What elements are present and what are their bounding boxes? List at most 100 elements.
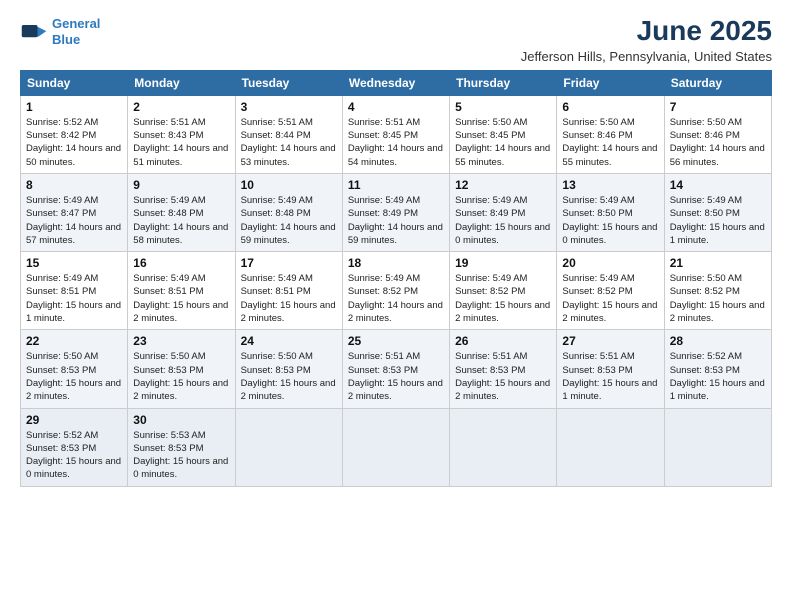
day-info: Sunrise: 5:49 AMSunset: 8:51 PMDaylight:…: [133, 272, 229, 325]
day-info: Sunrise: 5:50 AMSunset: 8:46 PMDaylight:…: [670, 116, 766, 169]
day-number: 27: [562, 334, 658, 348]
day-info: Sunrise: 5:50 AMSunset: 8:52 PMDaylight:…: [670, 272, 766, 325]
calendar-cell: 24Sunrise: 5:50 AMSunset: 8:53 PMDayligh…: [235, 330, 342, 408]
calendar-week-row: 22 Sunrise: 5:50 AMSunset: 8:53 PMDayligh…: [21, 330, 772, 408]
day-info: Sunrise: 5:50 AMSunset: 8:46 PMDaylight:…: [562, 116, 658, 169]
day-number: 17: [241, 256, 337, 270]
day-info: Sunrise: 5:51 AMSunset: 8:45 PMDaylight:…: [348, 116, 444, 169]
calendar-cell: 19 Sunrise: 5:49 AMSunset: 8:52 PMDayligh…: [450, 252, 557, 330]
calendar-header-cell: Sunday: [21, 70, 128, 95]
header: General Blue June 2025 Jefferson Hills, …: [20, 16, 772, 64]
day-info: Sunrise: 5:52 AMSunset: 8:53 PMDaylight:…: [26, 429, 122, 482]
day-number: 3: [241, 100, 337, 114]
calendar-cell: 27Sunrise: 5:51 AMSunset: 8:53 PMDayligh…: [557, 330, 664, 408]
day-number: 12: [455, 178, 551, 192]
calendar-cell: 30 Sunrise: 5:53 AMSunset: 8:53 PMDayligh…: [128, 408, 235, 486]
calendar-cell: 12 Sunrise: 5:49 AMSunset: 8:49 PMDayligh…: [450, 173, 557, 251]
calendar-cell: 7 Sunrise: 5:50 AMSunset: 8:46 PMDaylight…: [664, 95, 771, 173]
logo-line1: General: [52, 16, 100, 31]
day-info: Sunrise: 5:53 AMSunset: 8:53 PMDaylight:…: [133, 429, 229, 482]
day-number: 29: [26, 413, 122, 427]
calendar-cell: [235, 408, 342, 486]
calendar-cell: [557, 408, 664, 486]
day-info: Sunrise: 5:49 AMSunset: 8:50 PMDaylight:…: [562, 194, 658, 247]
day-number: 5: [455, 100, 551, 114]
day-number: 20: [562, 256, 658, 270]
day-info: Sunrise: 5:49 AMSunset: 8:51 PMDaylight:…: [26, 272, 122, 325]
calendar-cell: [342, 408, 449, 486]
calendar-cell: 16 Sunrise: 5:49 AMSunset: 8:51 PMDayligh…: [128, 252, 235, 330]
day-number: 9: [133, 178, 229, 192]
page: General Blue June 2025 Jefferson Hills, …: [0, 0, 792, 612]
calendar-week-row: 1 Sunrise: 5:52 AMSunset: 8:42 PMDaylight…: [21, 95, 772, 173]
calendar-header-cell: Saturday: [664, 70, 771, 95]
day-info: Sunrise: 5:49 AMSunset: 8:49 PMDaylight:…: [348, 194, 444, 247]
day-info: Sunrise: 5:51 AMSunset: 8:53 PMDaylight:…: [455, 350, 551, 403]
calendar-cell: 9 Sunrise: 5:49 AMSunset: 8:48 PMDaylight…: [128, 173, 235, 251]
calendar-body: 1 Sunrise: 5:52 AMSunset: 8:42 PMDaylight…: [21, 95, 772, 486]
day-number: 6: [562, 100, 658, 114]
day-info: Sunrise: 5:49 AMSunset: 8:49 PMDaylight:…: [455, 194, 551, 247]
day-number: 1: [26, 100, 122, 114]
day-info: Sunrise: 5:51 AMSunset: 8:43 PMDaylight:…: [133, 116, 229, 169]
calendar-cell: 18Sunrise: 5:49 AMSunset: 8:52 PMDayligh…: [342, 252, 449, 330]
day-number: 26: [455, 334, 551, 348]
calendar-header-cell: Friday: [557, 70, 664, 95]
calendar-table: SundayMondayTuesdayWednesdayThursdayFrid…: [20, 70, 772, 487]
calendar-cell: [664, 408, 771, 486]
calendar-cell: 28 Sunrise: 5:52 AMSunset: 8:53 PMDayligh…: [664, 330, 771, 408]
main-title: June 2025: [521, 16, 772, 47]
calendar-cell: 21Sunrise: 5:50 AMSunset: 8:52 PMDayligh…: [664, 252, 771, 330]
calendar-cell: 17 Sunrise: 5:49 AMSunset: 8:51 PMDayligh…: [235, 252, 342, 330]
day-number: 14: [670, 178, 766, 192]
day-info: Sunrise: 5:51 AMSunset: 8:44 PMDaylight:…: [241, 116, 337, 169]
calendar-cell: 20Sunrise: 5:49 AMSunset: 8:52 PMDayligh…: [557, 252, 664, 330]
calendar-cell: [450, 408, 557, 486]
calendar-cell: 22 Sunrise: 5:50 AMSunset: 8:53 PMDayligh…: [21, 330, 128, 408]
calendar-cell: 3 Sunrise: 5:51 AMSunset: 8:44 PMDaylight…: [235, 95, 342, 173]
day-info: Sunrise: 5:52 AMSunset: 8:53 PMDaylight:…: [670, 350, 766, 403]
day-number: 2: [133, 100, 229, 114]
day-info: Sunrise: 5:50 AMSunset: 8:53 PMDaylight:…: [133, 350, 229, 403]
day-number: 23: [133, 334, 229, 348]
calendar-header-row: SundayMondayTuesdayWednesdayThursdayFrid…: [21, 70, 772, 95]
day-number: 28: [670, 334, 766, 348]
calendar-week-row: 8 Sunrise: 5:49 AMSunset: 8:47 PMDaylight…: [21, 173, 772, 251]
calendar-cell: 25Sunrise: 5:51 AMSunset: 8:53 PMDayligh…: [342, 330, 449, 408]
calendar-cell: 14Sunrise: 5:49 AMSunset: 8:50 PMDayligh…: [664, 173, 771, 251]
title-block: June 2025 Jefferson Hills, Pennsylvania,…: [521, 16, 772, 64]
calendar-cell: 2 Sunrise: 5:51 AMSunset: 8:43 PMDaylight…: [128, 95, 235, 173]
day-number: 15: [26, 256, 122, 270]
day-number: 24: [241, 334, 337, 348]
calendar-header-cell: Tuesday: [235, 70, 342, 95]
day-info: Sunrise: 5:49 AMSunset: 8:48 PMDaylight:…: [133, 194, 229, 247]
day-number: 19: [455, 256, 551, 270]
day-info: Sunrise: 5:49 AMSunset: 8:51 PMDaylight:…: [241, 272, 337, 325]
day-number: 22: [26, 334, 122, 348]
calendar-cell: 8 Sunrise: 5:49 AMSunset: 8:47 PMDaylight…: [21, 173, 128, 251]
day-info: Sunrise: 5:50 AMSunset: 8:53 PMDaylight:…: [26, 350, 122, 403]
day-number: 30: [133, 413, 229, 427]
day-number: 25: [348, 334, 444, 348]
calendar-cell: 4Sunrise: 5:51 AMSunset: 8:45 PMDaylight…: [342, 95, 449, 173]
logo-line2: Blue: [52, 32, 80, 47]
calendar-cell: 13Sunrise: 5:49 AMSunset: 8:50 PMDayligh…: [557, 173, 664, 251]
calendar-cell: 1 Sunrise: 5:52 AMSunset: 8:42 PMDaylight…: [21, 95, 128, 173]
day-info: Sunrise: 5:49 AMSunset: 8:47 PMDaylight:…: [26, 194, 122, 247]
day-number: 10: [241, 178, 337, 192]
calendar-cell: 23 Sunrise: 5:50 AMSunset: 8:53 PMDayligh…: [128, 330, 235, 408]
calendar-week-row: 15 Sunrise: 5:49 AMSunset: 8:51 PMDayligh…: [21, 252, 772, 330]
calendar-header-cell: Thursday: [450, 70, 557, 95]
calendar-header-cell: Monday: [128, 70, 235, 95]
logo-text: General Blue: [52, 16, 100, 47]
day-number: 8: [26, 178, 122, 192]
day-info: Sunrise: 5:52 AMSunset: 8:42 PMDaylight:…: [26, 116, 122, 169]
calendar-cell: 26 Sunrise: 5:51 AMSunset: 8:53 PMDayligh…: [450, 330, 557, 408]
day-number: 16: [133, 256, 229, 270]
day-number: 7: [670, 100, 766, 114]
day-info: Sunrise: 5:49 AMSunset: 8:52 PMDaylight:…: [455, 272, 551, 325]
logo: General Blue: [20, 16, 100, 47]
day-info: Sunrise: 5:49 AMSunset: 8:52 PMDaylight:…: [348, 272, 444, 325]
logo-icon: [20, 18, 48, 46]
calendar-week-row: 29 Sunrise: 5:52 AMSunset: 8:53 PMDayligh…: [21, 408, 772, 486]
